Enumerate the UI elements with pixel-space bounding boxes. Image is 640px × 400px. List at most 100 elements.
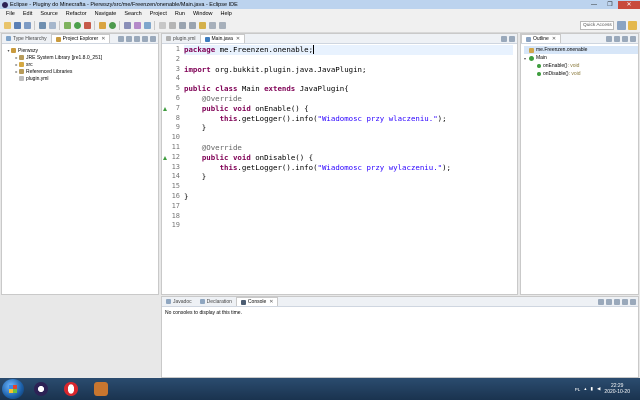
start-button[interactable]	[2, 379, 24, 399]
code-line[interactable]: ​	[184, 133, 513, 143]
code-line[interactable]: ​	[184, 55, 513, 65]
hide-fields-icon[interactable]	[614, 36, 620, 42]
outline-item[interactable]: ▾ Main	[524, 54, 638, 62]
next-annotation-icon[interactable]	[178, 22, 186, 29]
open-console-icon[interactable]	[606, 299, 612, 305]
tab-main-java[interactable]: Main.java ✕	[199, 34, 246, 43]
tree-item[interactable]: ▾ Pierwszy	[6, 47, 158, 54]
menu-navigate[interactable]: Navigate	[91, 11, 121, 17]
menu-window[interactable]: Window	[189, 11, 217, 17]
maximize-view-icon[interactable]	[150, 36, 156, 42]
close-tab-icon[interactable]: ✕	[552, 36, 556, 42]
tab-type-hierarchy[interactable]: Type Hierarchy	[2, 34, 51, 43]
external-tools-icon[interactable]	[83, 22, 91, 29]
minimize-button[interactable]: —	[586, 1, 602, 9]
menu-search[interactable]: Search	[120, 11, 145, 17]
code-line[interactable]: @Override	[184, 143, 513, 153]
save-all-icon[interactable]	[23, 22, 31, 29]
menu-source[interactable]: Source	[36, 11, 61, 17]
taskbar-app-eclipse[interactable]	[28, 379, 54, 399]
view-menu-icon[interactable]	[134, 36, 140, 42]
code-line[interactable]: ​	[184, 221, 513, 231]
outline-item[interactable]: me.Freenzen.onenable	[524, 46, 638, 54]
code-line[interactable]: package me.Freenzen.onenable;	[184, 45, 513, 55]
open-perspective-icon[interactable]	[617, 21, 626, 30]
volume-icon[interactable]: ◀	[597, 386, 600, 392]
taskbar-app-opera[interactable]	[58, 379, 84, 399]
hide-static-icon[interactable]	[622, 36, 628, 42]
override-marker-icon[interactable]	[163, 155, 167, 160]
view-menu-icon[interactable]	[630, 36, 636, 42]
taskbar-app-minecraft[interactable]	[88, 379, 114, 399]
run-icon[interactable]	[73, 22, 81, 29]
menu-help[interactable]: Help	[217, 11, 236, 17]
code-line[interactable]: ​	[184, 74, 513, 84]
tab-javadoc[interactable]: Javadoc	[162, 297, 196, 306]
network-icon[interactable]: ▮	[590, 386, 592, 392]
menu-file[interactable]: File	[2, 11, 19, 17]
search-icon[interactable]	[143, 22, 151, 29]
save-icon[interactable]	[13, 22, 21, 29]
minimize-view-icon[interactable]	[501, 36, 507, 42]
outline-item[interactable]: onDisable() : void	[524, 70, 638, 78]
tab-outline[interactable]: Outline ✕	[521, 34, 562, 43]
tab-plugin-yml[interactable]: plugin.yml	[162, 34, 200, 43]
language-indicator[interactable]: PL	[575, 387, 581, 392]
new-class-icon[interactable]	[108, 22, 116, 29]
code-line[interactable]: @Override	[184, 94, 513, 104]
tree-item[interactable]: plugin.yml	[6, 75, 158, 82]
tab-project-explorer[interactable]: Project Explorer ✕	[50, 34, 111, 43]
code-line[interactable]: import org.bukkit.plugin.java.JavaPlugin…	[184, 65, 513, 75]
menu-refactor[interactable]: Refactor	[62, 11, 91, 17]
menu-edit[interactable]: Edit	[19, 11, 36, 17]
tree-item[interactable]: ▸ Referenced Libraries	[6, 68, 158, 75]
open-task-icon[interactable]	[133, 22, 141, 29]
code-line[interactable]: public void onEnable() {	[184, 104, 513, 114]
code-line[interactable]: public class Main extends JavaPlugin{	[184, 84, 513, 94]
terminal-icon[interactable]	[48, 22, 56, 29]
code-line[interactable]: this.getLogger().info("Wiadomosc przy wy…	[184, 163, 513, 173]
code-line[interactable]: }	[184, 123, 513, 133]
menu-run[interactable]: Run	[171, 11, 189, 17]
maximize-view-icon[interactable]	[630, 299, 636, 305]
toggle-mark-icon[interactable]	[158, 22, 166, 29]
last-edit-icon[interactable]	[198, 22, 206, 29]
new-file-icon[interactable]	[3, 22, 11, 29]
code-line[interactable]: ​	[184, 202, 513, 212]
maximize-view-icon[interactable]	[509, 36, 515, 42]
link-editor-icon[interactable]	[126, 36, 132, 42]
pin-editor-icon[interactable]	[168, 22, 176, 29]
sort-icon[interactable]	[606, 36, 612, 42]
previous-annotation-icon[interactable]	[188, 22, 196, 29]
menu-project[interactable]: Project	[146, 11, 171, 17]
outline-item[interactable]: onEnable() : void	[524, 62, 638, 70]
tab-declaration[interactable]: Declaration	[196, 297, 236, 306]
build-icon[interactable]	[38, 22, 46, 29]
close-tab-icon[interactable]: ✕	[269, 299, 273, 305]
quick-access-input[interactable]: Quick Access	[580, 21, 614, 30]
forward-icon[interactable]	[218, 22, 226, 29]
back-icon[interactable]	[208, 22, 216, 29]
code-line[interactable]: ​	[184, 182, 513, 192]
collapse-all-icon[interactable]	[118, 36, 124, 42]
code-line[interactable]: ​	[184, 212, 513, 222]
minimize-view-icon[interactable]	[622, 299, 628, 305]
minimize-view-icon[interactable]	[142, 36, 148, 42]
open-type-icon[interactable]	[123, 22, 131, 29]
code-line[interactable]: }	[184, 172, 513, 182]
view-menu-icon[interactable]	[614, 299, 620, 305]
close-tab-icon[interactable]: ✕	[236, 36, 240, 42]
tray-arrow-icon[interactable]: ▴	[584, 386, 586, 392]
clock[interactable]: 22:29 2020-10-20	[604, 383, 630, 395]
close-button[interactable]: ✕	[618, 0, 640, 9]
debug-icon[interactable]	[63, 22, 71, 29]
maximize-button[interactable]: ❐	[602, 1, 618, 9]
code-editor[interactable]: package me.Freenzen.onenable;​import org…	[184, 45, 513, 294]
code-line[interactable]: }	[184, 192, 513, 202]
tab-console[interactable]: Console ✕	[235, 297, 279, 306]
tree-item[interactable]: ▸ JRE System Library [jre1.8.0_251]	[6, 54, 158, 61]
display-console-icon[interactable]	[598, 299, 604, 305]
override-marker-icon[interactable]	[163, 106, 167, 111]
code-line[interactable]: public void onDisable() {	[184, 153, 513, 163]
java-perspective-icon[interactable]	[628, 21, 637, 30]
